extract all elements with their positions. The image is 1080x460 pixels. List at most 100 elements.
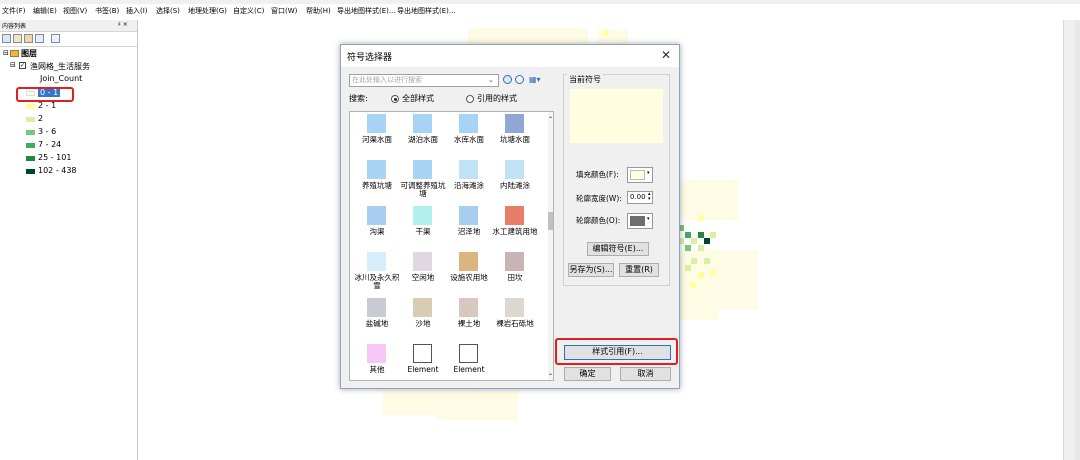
menu-window[interactable]: 窗口(W) [271, 6, 297, 16]
layer-name[interactable]: 渔网格_生活服务 [30, 61, 90, 72]
symbol-item[interactable]: 冰川及永久积雪 [354, 252, 400, 298]
toc-pin-close[interactable]: ♯ × [118, 21, 128, 28]
view-toggle-icon[interactable]: ▦▾ [529, 75, 541, 84]
symbol-item[interactable]: 内陆滩涂 [492, 160, 538, 206]
ok-button[interactable]: 确定 [564, 367, 611, 381]
menu-file[interactable]: 文件(F) [2, 6, 26, 16]
symbol-swatch [413, 344, 432, 363]
symbol-swatch [459, 344, 478, 363]
menu-bookmarks[interactable]: 书签(B) [95, 6, 119, 16]
chevron-down-icon: ▾ [647, 216, 650, 222]
list-by-visibility-icon[interactable] [24, 34, 33, 43]
fill-color-swatch [630, 170, 645, 180]
scroll-up-icon[interactable]: ⌃ [548, 116, 553, 123]
symbol-swatch [459, 114, 478, 133]
symbol-item[interactable]: 沟渠 [354, 206, 400, 252]
symbol-item[interactable]: 水工建筑用地 [492, 206, 538, 252]
toolbar-strip [0, 0, 1080, 4]
outline-color-picker[interactable]: ▾ [627, 213, 653, 229]
legend-label: 7 - 24 [38, 140, 62, 149]
radio-referenced-styles[interactable] [466, 95, 474, 103]
symbol-item[interactable]: 裸岩石砾地 [492, 298, 538, 344]
symbol-item[interactable]: 田坎 [492, 252, 538, 298]
symbol-item[interactable]: 其他 [354, 344, 400, 380]
menu-insert[interactable]: 插入(I) [126, 6, 148, 16]
menu-selection[interactable]: 选择(S) [156, 6, 180, 16]
collapse-layers-icon[interactable]: ⊟ [3, 49, 9, 57]
save-as-button[interactable]: 另存为(S)... [568, 263, 614, 277]
table-of-contents: 内容列表 ♯ × ⊟ 图层 ⊟ ✓ 渔网格_生活服务 Join_Count 0 … [0, 20, 138, 460]
highlight-box-style-references [555, 338, 678, 365]
options-icon[interactable] [51, 34, 60, 43]
menu-help[interactable]: 帮助(H) [306, 6, 331, 16]
symbol-item[interactable]: 盐碱地 [354, 298, 400, 344]
search-icon[interactable] [503, 75, 512, 84]
list-by-source-icon[interactable] [13, 34, 22, 43]
legend-swatch[interactable] [26, 169, 35, 174]
close-icon[interactable]: ✕ [661, 48, 671, 62]
symbol-item[interactable]: 沼泽地 [446, 206, 492, 252]
collapse-layer-icon[interactable]: ⊟ [10, 61, 16, 69]
symbol-item[interactable]: 养殖坑塘 [354, 160, 400, 206]
symbol-swatch [505, 114, 524, 133]
list-by-selection-icon[interactable] [35, 34, 44, 43]
scroll-down-icon[interactable]: ⌄ [548, 370, 553, 377]
menu-view[interactable]: 视图(V) [63, 6, 87, 16]
symbol-label: 水工建筑用地 [492, 227, 538, 236]
search-placeholder: 在此处输入以进行搜索 [352, 76, 422, 84]
search-label: 搜索: [349, 94, 368, 103]
radio-all-styles[interactable] [391, 95, 399, 103]
gallery-scrollbar[interactable]: ⌃ ⌄ [548, 112, 553, 380]
symbol-selector-dialog: 符号选择器 ✕ 在此处输入以进行搜索 ⌄ ▦▾ 搜索: 全部样式 引用的样式 河… [340, 44, 680, 389]
edit-symbol-button[interactable]: 编辑符号(E)... [587, 242, 649, 256]
list-by-drawing-order-icon[interactable] [2, 34, 11, 43]
symbol-item[interactable]: 设施农用地 [446, 252, 492, 298]
legend-swatch[interactable] [26, 130, 35, 135]
symbol-item[interactable]: 沿海滩涂 [446, 160, 492, 206]
search-input[interactable]: 在此处输入以进行搜索 ⌄ [349, 74, 499, 87]
symbol-item[interactable]: 裸土地 [446, 298, 492, 344]
cancel-button[interactable]: 取消 [620, 367, 671, 381]
symbol-gallery[interactable]: 河渠水面 湖泊水面 水库水面 坑塘水面养殖坑塘 可调整养殖坑塘 沿海滩涂 内陆滩涂沟渠 干渠 沼… [349, 111, 554, 381]
symbol-label: 坑塘水面 [500, 135, 530, 144]
scroll-thumb[interactable] [548, 212, 553, 230]
symbol-swatch [459, 298, 478, 317]
reset-button[interactable]: 重置(R) [619, 263, 659, 277]
chevron-down-icon[interactable]: ⌄ [488, 75, 494, 86]
symbol-label: 干渠 [415, 227, 431, 236]
legend-swatch[interactable] [26, 143, 35, 148]
symbol-swatch [505, 252, 524, 271]
layers-label: 图层 [21, 49, 37, 58]
symbol-item[interactable]: 沙地 [400, 298, 446, 344]
outline-width-input[interactable]: 0.00 ▴ ▾ [627, 191, 653, 204]
symbol-item[interactable]: 河渠水面 [354, 114, 400, 160]
symbol-item[interactable]: 水库水面 [446, 114, 492, 160]
symbol-item[interactable]: Element [446, 344, 492, 380]
symbol-swatch [367, 114, 386, 133]
menu-export-style-2[interactable]: 导出地图样式(E)... [397, 6, 456, 16]
fill-color-picker[interactable]: ▾ [627, 167, 653, 183]
legend-swatch[interactable] [26, 117, 35, 122]
menu-customize[interactable]: 自定义(C) [233, 6, 264, 16]
search-options-icon[interactable] [515, 75, 524, 84]
menu-edit[interactable]: 编辑(E) [33, 6, 57, 16]
spinner-icon[interactable]: ▴ ▾ [648, 192, 651, 202]
symbol-item[interactable]: 坑塘水面 [492, 114, 538, 160]
symbol-item[interactable]: 可调整养殖坑塘 [400, 160, 446, 206]
symbol-item[interactable]: 干渠 [400, 206, 446, 252]
symbol-swatch [367, 298, 386, 317]
layer-visibility-checkbox[interactable]: ✓ [19, 62, 26, 69]
symbol-item[interactable]: Element [400, 344, 446, 380]
legend-swatch[interactable] [26, 156, 35, 161]
symbol-item[interactable]: 湖泊水面 [400, 114, 446, 160]
symbol-label: 裸岩石砾地 [496, 319, 534, 328]
menu-geoprocessing[interactable]: 地理处理(G) [188, 6, 227, 16]
symbol-item[interactable]: 空闲地 [400, 252, 446, 298]
menu-export-style-1[interactable]: 导出地图样式(E)... [337, 6, 396, 16]
legend-swatch[interactable] [26, 104, 35, 109]
radio-referenced-styles-label: 引用的样式 [477, 94, 517, 103]
symbol-label: 裸土地 [457, 319, 481, 328]
legend-label: 102 - 438 [38, 166, 77, 175]
symbol-swatch [505, 206, 524, 225]
layers-folder-icon [10, 50, 19, 57]
